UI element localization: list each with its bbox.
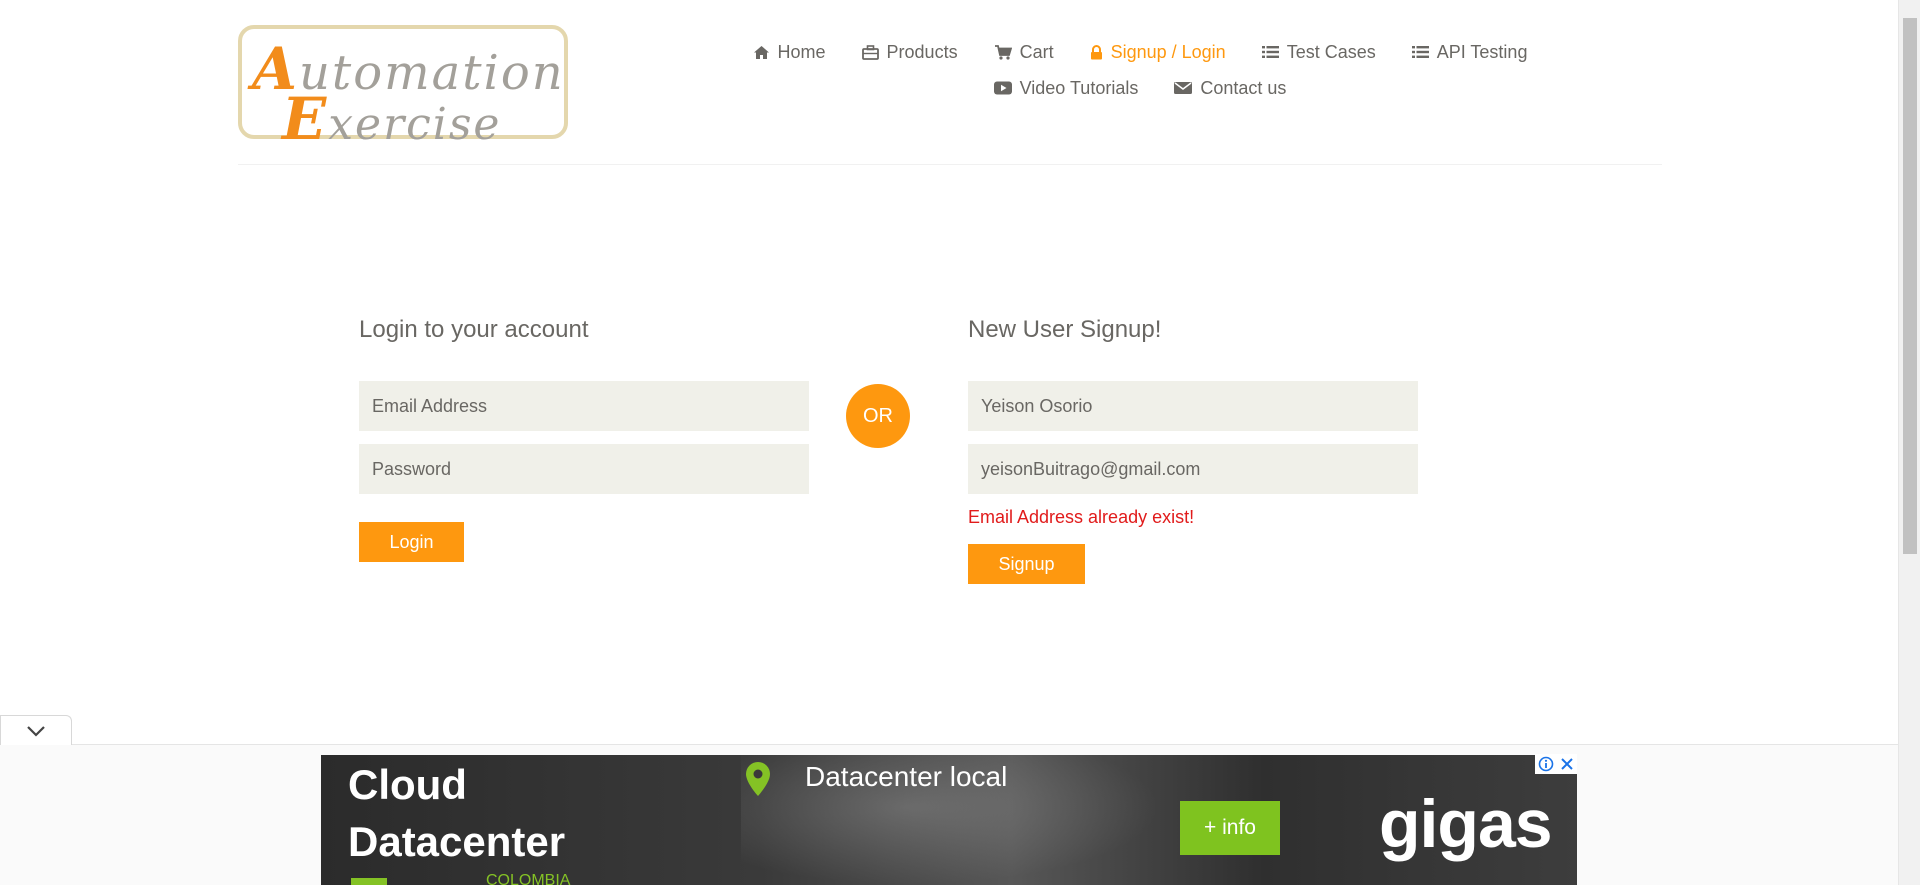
briefcase-icon bbox=[861, 44, 879, 60]
nav-label-api-testing: API Testing bbox=[1436, 41, 1528, 62]
ad-info-button[interactable]: + info bbox=[1180, 801, 1280, 855]
ad-close-icon[interactable] bbox=[1560, 757, 1574, 771]
ad-brand-logo: gigas bbox=[1379, 786, 1553, 862]
nav-item-test-cases[interactable]: Test Cases bbox=[1261, 34, 1376, 70]
site-logo[interactable]: Automation Exercise bbox=[238, 25, 568, 153]
signup-button[interactable]: Signup bbox=[968, 544, 1085, 584]
nav-item-cart[interactable]: Cart bbox=[994, 34, 1054, 70]
nav-item-contact-us[interactable]: Contact us bbox=[1174, 70, 1286, 106]
ad-headline-line2: Datacenter bbox=[348, 818, 566, 865]
nav-item-signup-login[interactable]: Signup / Login bbox=[1090, 34, 1226, 70]
home-icon bbox=[753, 45, 769, 59]
signup-email-input[interactable] bbox=[968, 444, 1418, 494]
login-email-input[interactable] bbox=[359, 381, 809, 431]
nav-label-cart: Cart bbox=[1019, 41, 1054, 62]
map-pin-icon bbox=[746, 762, 770, 796]
page-scrollbar[interactable] bbox=[1898, 0, 1920, 885]
ad-info-icon[interactable] bbox=[1538, 756, 1554, 772]
ad-country-label: COLOMBIA bbox=[486, 872, 571, 885]
list-icon bbox=[1411, 46, 1429, 58]
chevron-down-icon bbox=[27, 725, 45, 737]
list-icon bbox=[1261, 46, 1279, 58]
signup-error-message: Email Address already exist! bbox=[968, 507, 1195, 527]
ad-subtitle: Datacenter local bbox=[805, 761, 1008, 792]
or-divider-badge: OR bbox=[846, 384, 910, 448]
nav-item-api-testing[interactable]: API Testing bbox=[1411, 34, 1528, 70]
nav-label-test-cases: Test Cases bbox=[1286, 41, 1376, 62]
envelope-icon bbox=[1174, 82, 1193, 94]
nav-label-home: Home bbox=[777, 41, 826, 62]
signup-form-title: New User Signup! bbox=[968, 316, 1162, 343]
main-nav: Home Products Cart Signup / Login Test C… bbox=[720, 34, 1560, 106]
ad-collapse-toggle[interactable] bbox=[0, 715, 72, 745]
scrollbar-thumb[interactable] bbox=[1903, 18, 1917, 554]
signup-name-input[interactable] bbox=[968, 381, 1418, 431]
nav-label-video-tutorials: Video Tutorials bbox=[1019, 77, 1139, 98]
login-button[interactable]: Login bbox=[359, 522, 464, 562]
login-password-input[interactable] bbox=[359, 444, 809, 494]
youtube-play-icon bbox=[993, 81, 1012, 95]
nav-label-products: Products bbox=[886, 41, 958, 62]
nav-label-contact-us: Contact us bbox=[1200, 77, 1287, 98]
lock-icon bbox=[1090, 44, 1102, 59]
nav-item-products[interactable]: Products bbox=[861, 34, 958, 70]
logo-initial-e: E bbox=[282, 85, 329, 153]
cart-icon bbox=[994, 44, 1012, 60]
logo-text-exercise: xercise bbox=[328, 99, 502, 150]
login-form-title: Login to your account bbox=[359, 316, 589, 343]
ad-headline-line1: Cloud bbox=[348, 761, 467, 808]
nav-item-home[interactable]: Home bbox=[753, 34, 826, 70]
nav-item-video-tutorials[interactable]: Video Tutorials bbox=[993, 70, 1139, 106]
nav-label-signup-login: Signup / Login bbox=[1110, 41, 1226, 62]
ad-controls bbox=[1535, 754, 1577, 774]
ad-banner[interactable]: Cloud Datacenter COLOMBIA Datacenter loc… bbox=[321, 755, 1577, 885]
ad-accent-bar bbox=[351, 878, 387, 885]
header-divider bbox=[238, 164, 1662, 165]
